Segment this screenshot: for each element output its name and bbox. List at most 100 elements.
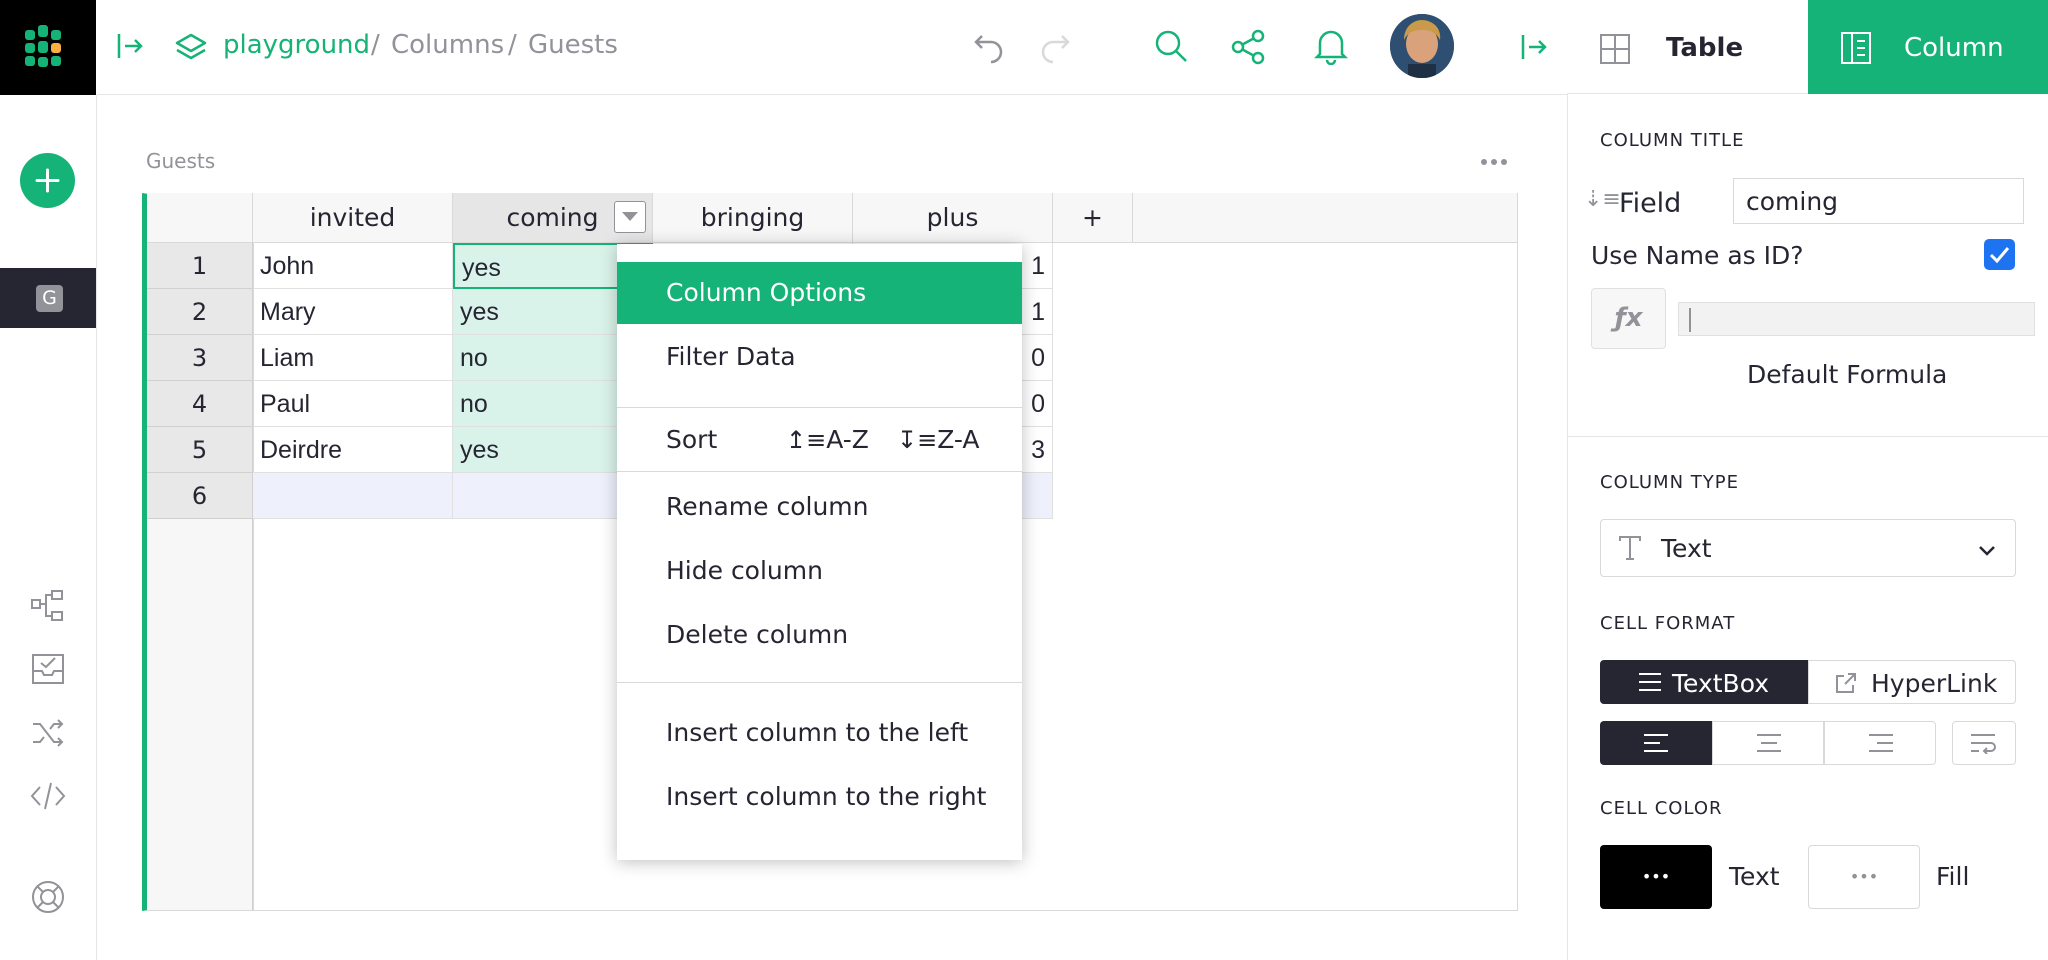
- row-number[interactable]: 4: [147, 381, 253, 427]
- cell-invited-new[interactable]: [253, 473, 453, 519]
- breadcrumb-separator: /: [371, 30, 380, 60]
- section-menu-dots-icon[interactable]: [1480, 152, 1508, 172]
- table-grid-icon: [1600, 34, 1630, 64]
- menu-item-delete-column[interactable]: Delete column: [617, 604, 1022, 666]
- cell-invited[interactable]: John: [253, 243, 453, 289]
- align-right-icon: [1869, 734, 1893, 752]
- breadcrumb-page[interactable]: Columns: [391, 30, 504, 60]
- menu-item-column-options[interactable]: Column Options: [617, 262, 1022, 324]
- sort-za-label: Z-A: [937, 425, 980, 454]
- field-name-input[interactable]: [1733, 178, 2024, 224]
- panel-divider: [1567, 436, 2048, 437]
- menu-sort-label: Sort: [666, 425, 718, 454]
- text-color-swatch[interactable]: •••: [1600, 845, 1712, 909]
- lines-icon: [1639, 673, 1661, 691]
- add-column-button[interactable]: +: [1053, 193, 1133, 243]
- row-number[interactable]: 5: [147, 427, 253, 473]
- breadcrumb-separator: /: [508, 30, 517, 60]
- tab-column[interactable]: Column: [1808, 0, 2048, 94]
- use-name-as-id-checkbox[interactable]: [1984, 239, 2015, 270]
- column-header-invited[interactable]: invited: [253, 193, 453, 243]
- column-type-select[interactable]: Text: [1600, 519, 2016, 577]
- column-header-plus[interactable]: plus: [853, 193, 1053, 243]
- align-right-button[interactable]: [1824, 721, 1936, 765]
- menu-item-rename-column[interactable]: Rename column: [617, 476, 1022, 538]
- formula-input[interactable]: [1678, 302, 2035, 336]
- row-number[interactable]: 1: [147, 243, 253, 289]
- sort-descending-icon: ↧≡: [897, 426, 938, 454]
- tab-table[interactable]: Table: [1567, 0, 1808, 94]
- cell-format-heading: CELL FORMAT: [1600, 613, 1736, 634]
- left-rail: [0, 95, 97, 960]
- row-number[interactable]: 6: [147, 473, 253, 519]
- app-logo[interactable]: [0, 0, 96, 95]
- hyperlink-format-button[interactable]: HyperLink: [1808, 660, 2016, 704]
- menu-separator: [617, 407, 1022, 408]
- row-number[interactable]: 2: [147, 289, 253, 335]
- add-new-button[interactable]: [20, 153, 75, 208]
- column-header-label: coming: [506, 203, 599, 232]
- cell-invited[interactable]: Mary: [253, 289, 453, 335]
- triangle-down-icon: [622, 212, 638, 221]
- collapse-right-panel-icon[interactable]: [1519, 32, 1549, 62]
- breadcrumb-doc[interactable]: playground: [223, 30, 370, 60]
- align-center-button[interactable]: [1712, 721, 1824, 765]
- column-type-value: Text: [1661, 534, 1712, 563]
- cell-color-heading: CELL COLOR: [1600, 798, 1723, 819]
- avatar-image: [1390, 14, 1454, 78]
- shuffle-icon[interactable]: [30, 715, 66, 751]
- collapse-left-panel-icon[interactable]: [115, 31, 145, 61]
- menu-item-filter-data[interactable]: Filter Data: [617, 326, 1022, 388]
- menu-item-insert-left[interactable]: Insert column to the left: [617, 702, 1022, 764]
- share-icon[interactable]: [1231, 29, 1267, 65]
- plus-icon: [35, 168, 60, 193]
- row-number[interactable]: 3: [147, 335, 253, 381]
- page-initial-badge: G: [36, 285, 63, 312]
- widgets-icon[interactable]: [30, 588, 66, 624]
- field-label: Field: [1619, 188, 1682, 219]
- fill-color-label: Fill: [1936, 862, 1970, 891]
- menu-item-insert-right[interactable]: Insert column to the right: [617, 766, 1022, 828]
- formula-fx-button[interactable]: ƒx: [1591, 288, 1666, 349]
- user-avatar[interactable]: [1390, 14, 1454, 78]
- sort-az-label: A-Z: [826, 425, 869, 454]
- grist-logo-icon: [25, 25, 61, 67]
- notifications-bell-icon[interactable]: [1313, 27, 1349, 65]
- checklist-icon[interactable]: [30, 651, 66, 687]
- undo-icon[interactable]: [972, 28, 1008, 64]
- fill-color-swatch[interactable]: •••: [1808, 845, 1920, 909]
- column-layout-icon: [1841, 32, 1871, 64]
- wrap-text-icon: [1971, 734, 1996, 754]
- row-number-filler: [147, 519, 253, 910]
- align-left-icon: [1644, 734, 1668, 752]
- column-type-heading: COLUMN TYPE: [1600, 472, 1739, 493]
- hyperlink-label: HyperLink: [1871, 669, 1998, 698]
- column-title-heading: COLUMN TITLE: [1600, 130, 1745, 151]
- align-left-button[interactable]: [1600, 721, 1712, 765]
- textbox-format-button[interactable]: TextBox: [1600, 660, 1808, 704]
- redo-icon[interactable]: [1036, 28, 1072, 64]
- cell-invited[interactable]: Deirdre: [253, 427, 453, 473]
- code-icon[interactable]: [30, 778, 66, 814]
- column-menu-dropdown-button[interactable]: [614, 201, 646, 233]
- use-name-as-id-label: Use Name as ID?: [1591, 241, 1804, 270]
- default-formula-label: Default Formula: [1747, 360, 1948, 389]
- menu-sort-za[interactable]: ↧≡Z-A: [897, 409, 987, 471]
- menu-sort-az[interactable]: ↥≡A-Z: [786, 409, 876, 471]
- sort-ascending-icon: ↥≡: [786, 426, 827, 454]
- cell-invited[interactable]: Paul: [253, 381, 453, 427]
- chevron-down-icon: [1979, 546, 1995, 556]
- menu-item-hide-column[interactable]: Hide column: [617, 540, 1022, 602]
- wrap-text-button[interactable]: [1952, 721, 2016, 765]
- tab-column-label: Column: [1904, 33, 2004, 63]
- cell-invited[interactable]: Liam: [253, 335, 453, 381]
- breadcrumb-section[interactable]: Guests: [528, 30, 618, 60]
- search-icon[interactable]: [1153, 28, 1189, 64]
- section-title[interactable]: Guests: [146, 149, 215, 173]
- help-lifebuoy-icon[interactable]: [29, 878, 67, 916]
- align-center-icon: [1757, 734, 1781, 752]
- menu-separator: [617, 682, 1022, 683]
- column-header-bringing[interactable]: bringing: [653, 193, 853, 243]
- tab-table-label: Table: [1666, 33, 1744, 63]
- grid-corner[interactable]: [147, 193, 253, 243]
